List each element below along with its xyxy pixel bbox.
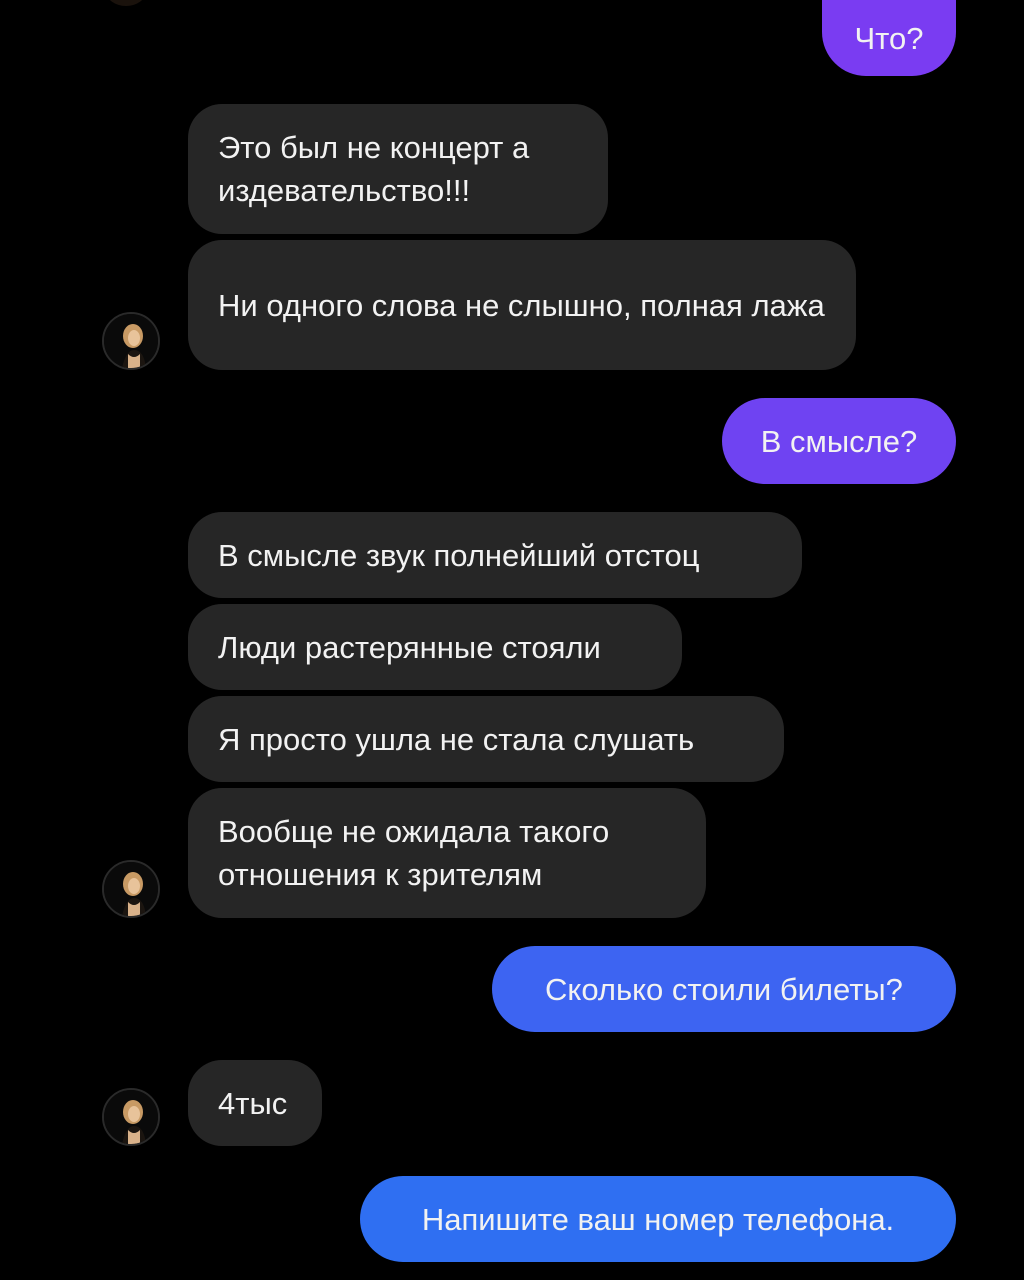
incoming-message-bubble[interactable]: Вообще не ожидала такого отношения к зри… [188, 788, 706, 918]
message-text: Это был не концерт а издевательство!!! [218, 130, 530, 208]
message-text: 4тыс [218, 1085, 288, 1121]
chat-thread: Что? Это был не концерт а издевательство… [0, 0, 1024, 1280]
message-text: Вообще не ожидала такого отношения к зри… [218, 814, 610, 892]
avatar-photo-icon [104, 862, 158, 916]
incoming-message-bubble[interactable]: В смысле звук полнейший отстоц [188, 512, 802, 598]
outgoing-message-bubble[interactable]: Что? [822, 0, 956, 76]
outgoing-message-bubble[interactable]: Сколько стоили билеты? [492, 946, 956, 1032]
contact-avatar[interactable] [106, 0, 146, 6]
outgoing-message-bubble[interactable]: Напишите ваш номер телефона. [360, 1176, 956, 1262]
incoming-message-bubble[interactable]: Ни одного слова не слышно, полная лажа [188, 240, 856, 370]
incoming-message-bubble[interactable]: Люди растерянные стояли [188, 604, 682, 690]
message-text: Ни одного слова не слышно, полная лажа [218, 287, 825, 323]
contact-avatar[interactable] [102, 860, 160, 918]
incoming-message-bubble[interactable]: Это был не концерт а издевательство!!! [188, 104, 608, 234]
message-text: В смысле? [760, 423, 918, 459]
avatar-photo-icon [104, 1090, 158, 1144]
contact-avatar[interactable] [102, 1088, 160, 1146]
incoming-message-bubble[interactable]: Я просто ушла не стала слушать [188, 696, 784, 782]
contact-avatar[interactable] [102, 312, 160, 370]
message-text: Сколько стоили билеты? [545, 971, 903, 1007]
outgoing-message-bubble[interactable]: В смысле? [722, 398, 956, 484]
message-text: Я просто ушла не стала слушать [218, 721, 695, 757]
message-text: В смысле звук полнейший отстоц [218, 537, 700, 573]
avatar-photo-icon [104, 314, 158, 368]
incoming-message-bubble[interactable]: 4тыс [188, 1060, 322, 1146]
message-text: Что? [854, 20, 924, 56]
message-text: Люди растерянные стояли [218, 629, 601, 665]
message-text: Напишите ваш номер телефона. [421, 1201, 895, 1237]
